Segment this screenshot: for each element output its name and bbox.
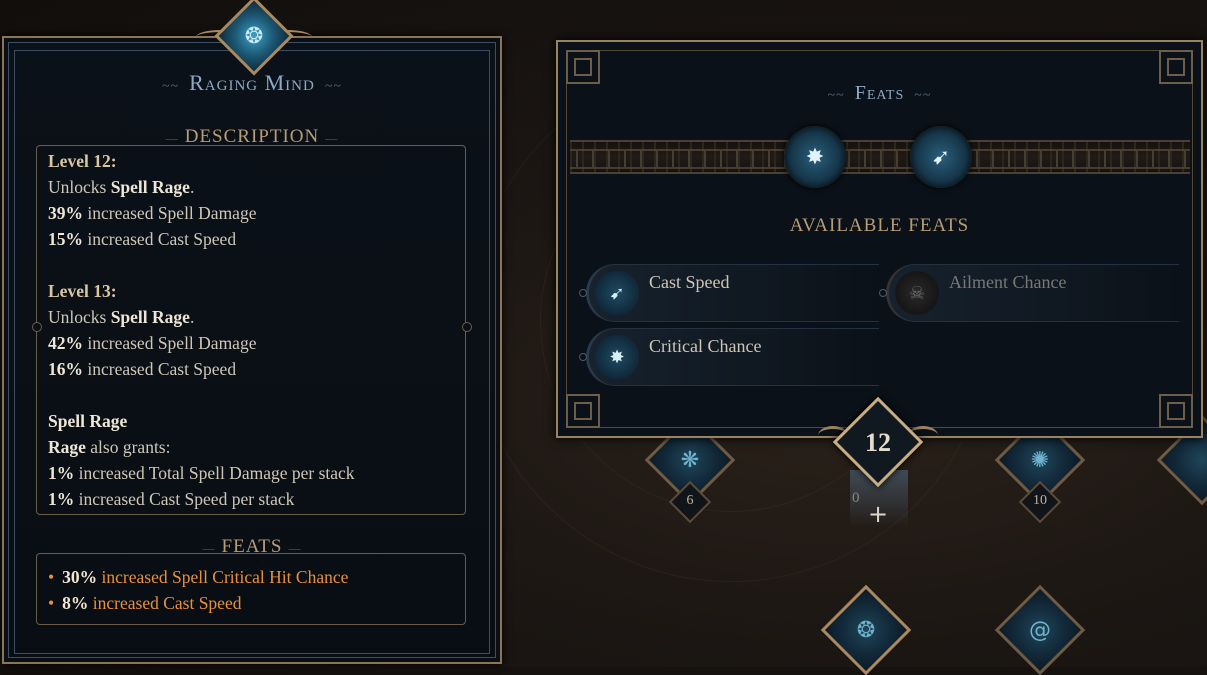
available-feats-heading: AVAILABLE FEATS bbox=[789, 215, 970, 236]
skill-points: 0 bbox=[852, 490, 860, 506]
pointer-dot bbox=[579, 289, 587, 297]
corner-ornament bbox=[566, 394, 600, 428]
available-feat-ailment-chance[interactable]: ☠ Ailment Chance bbox=[879, 264, 1179, 322]
cast-speed-icon: ➹ bbox=[595, 271, 639, 315]
description-line: 42% increased Spell Damage bbox=[48, 333, 257, 353]
feat-slot-band bbox=[570, 140, 1190, 174]
pointer-dot bbox=[879, 289, 887, 297]
feats-panel-title-text: Feats bbox=[854, 82, 905, 104]
skill-title-text: Raging Mind bbox=[189, 70, 315, 95]
equipped-feat-slot-1[interactable]: ✸ bbox=[784, 126, 846, 188]
bullet-icon: • bbox=[48, 567, 55, 587]
raging-mind-icon: ❂ bbox=[244, 23, 264, 49]
corner-ornament bbox=[566, 50, 600, 84]
feat-label: Cast Speed bbox=[649, 272, 730, 292]
description-line: Rage also grants: bbox=[48, 437, 171, 457]
equipped-feat-slot-2[interactable]: ➹ bbox=[910, 126, 972, 188]
node-level-number: 6 bbox=[686, 493, 694, 508]
pointer-dot bbox=[579, 353, 587, 361]
level-header: Level 12: bbox=[48, 151, 117, 171]
available-feat-critical-chance[interactable]: ✸ Critical Chance bbox=[579, 328, 879, 386]
level-header: Level 13: bbox=[48, 281, 117, 301]
description-line: 16% increased Cast Speed bbox=[48, 359, 237, 379]
description-line: 1% increased Total Spell Damage per stac… bbox=[48, 463, 355, 483]
description-text: Level 12: Unlocks Spell Rage. 39% increa… bbox=[48, 148, 458, 512]
description-line: 1% increased Cast Speed per stack bbox=[48, 489, 295, 509]
description-heading-text: DESCRIPTION bbox=[184, 126, 320, 147]
spiral-icon: @ bbox=[1029, 617, 1051, 643]
feat-label: Ailment Chance bbox=[949, 272, 1067, 292]
node-level-number: 10 bbox=[1033, 493, 1047, 508]
feat-bonus-line: • 8% increased Cast Speed bbox=[48, 593, 242, 613]
bullet-icon: • bbox=[48, 593, 55, 613]
cast-speed-feat-icon: ➹ bbox=[931, 144, 951, 170]
available-feat-cast-speed[interactable]: ➹ Cast Speed bbox=[579, 264, 879, 322]
flourish-left: ~~ bbox=[161, 79, 180, 94]
box-ornament bbox=[32, 322, 42, 332]
description-line: Unlocks Spell Rage. bbox=[48, 307, 195, 327]
skill-level: 12 bbox=[865, 428, 891, 457]
box-ornament bbox=[462, 322, 472, 332]
description-line: 39% increased Spell Damage bbox=[48, 203, 257, 223]
brain-icon: ❂ bbox=[856, 617, 876, 643]
critical-chance-icon: ✸ bbox=[595, 335, 639, 379]
flourish-right: ~~ bbox=[324, 79, 343, 94]
feat-bonus-line: • 30% increased Spell Critical Hit Chance bbox=[48, 567, 349, 587]
critical-chance-feat-icon: ✸ bbox=[805, 144, 825, 170]
corner-ornament bbox=[1159, 50, 1193, 84]
corner-ornament bbox=[1159, 394, 1193, 428]
description-line: 15% increased Cast Speed bbox=[48, 229, 237, 249]
feat-label: Critical Chance bbox=[649, 336, 762, 356]
feats-box bbox=[36, 553, 466, 625]
keyword-name: Spell Rage bbox=[48, 411, 128, 431]
ailment-chance-icon: ☠ bbox=[895, 271, 939, 315]
description-line: Unlocks Spell Rage. bbox=[48, 177, 195, 197]
feats-panel-title: ~~ Feats ~~ bbox=[827, 82, 932, 104]
skill-title: ~~ Raging Mind ~~ bbox=[2, 70, 502, 96]
add-point-button[interactable]: + bbox=[868, 500, 888, 528]
